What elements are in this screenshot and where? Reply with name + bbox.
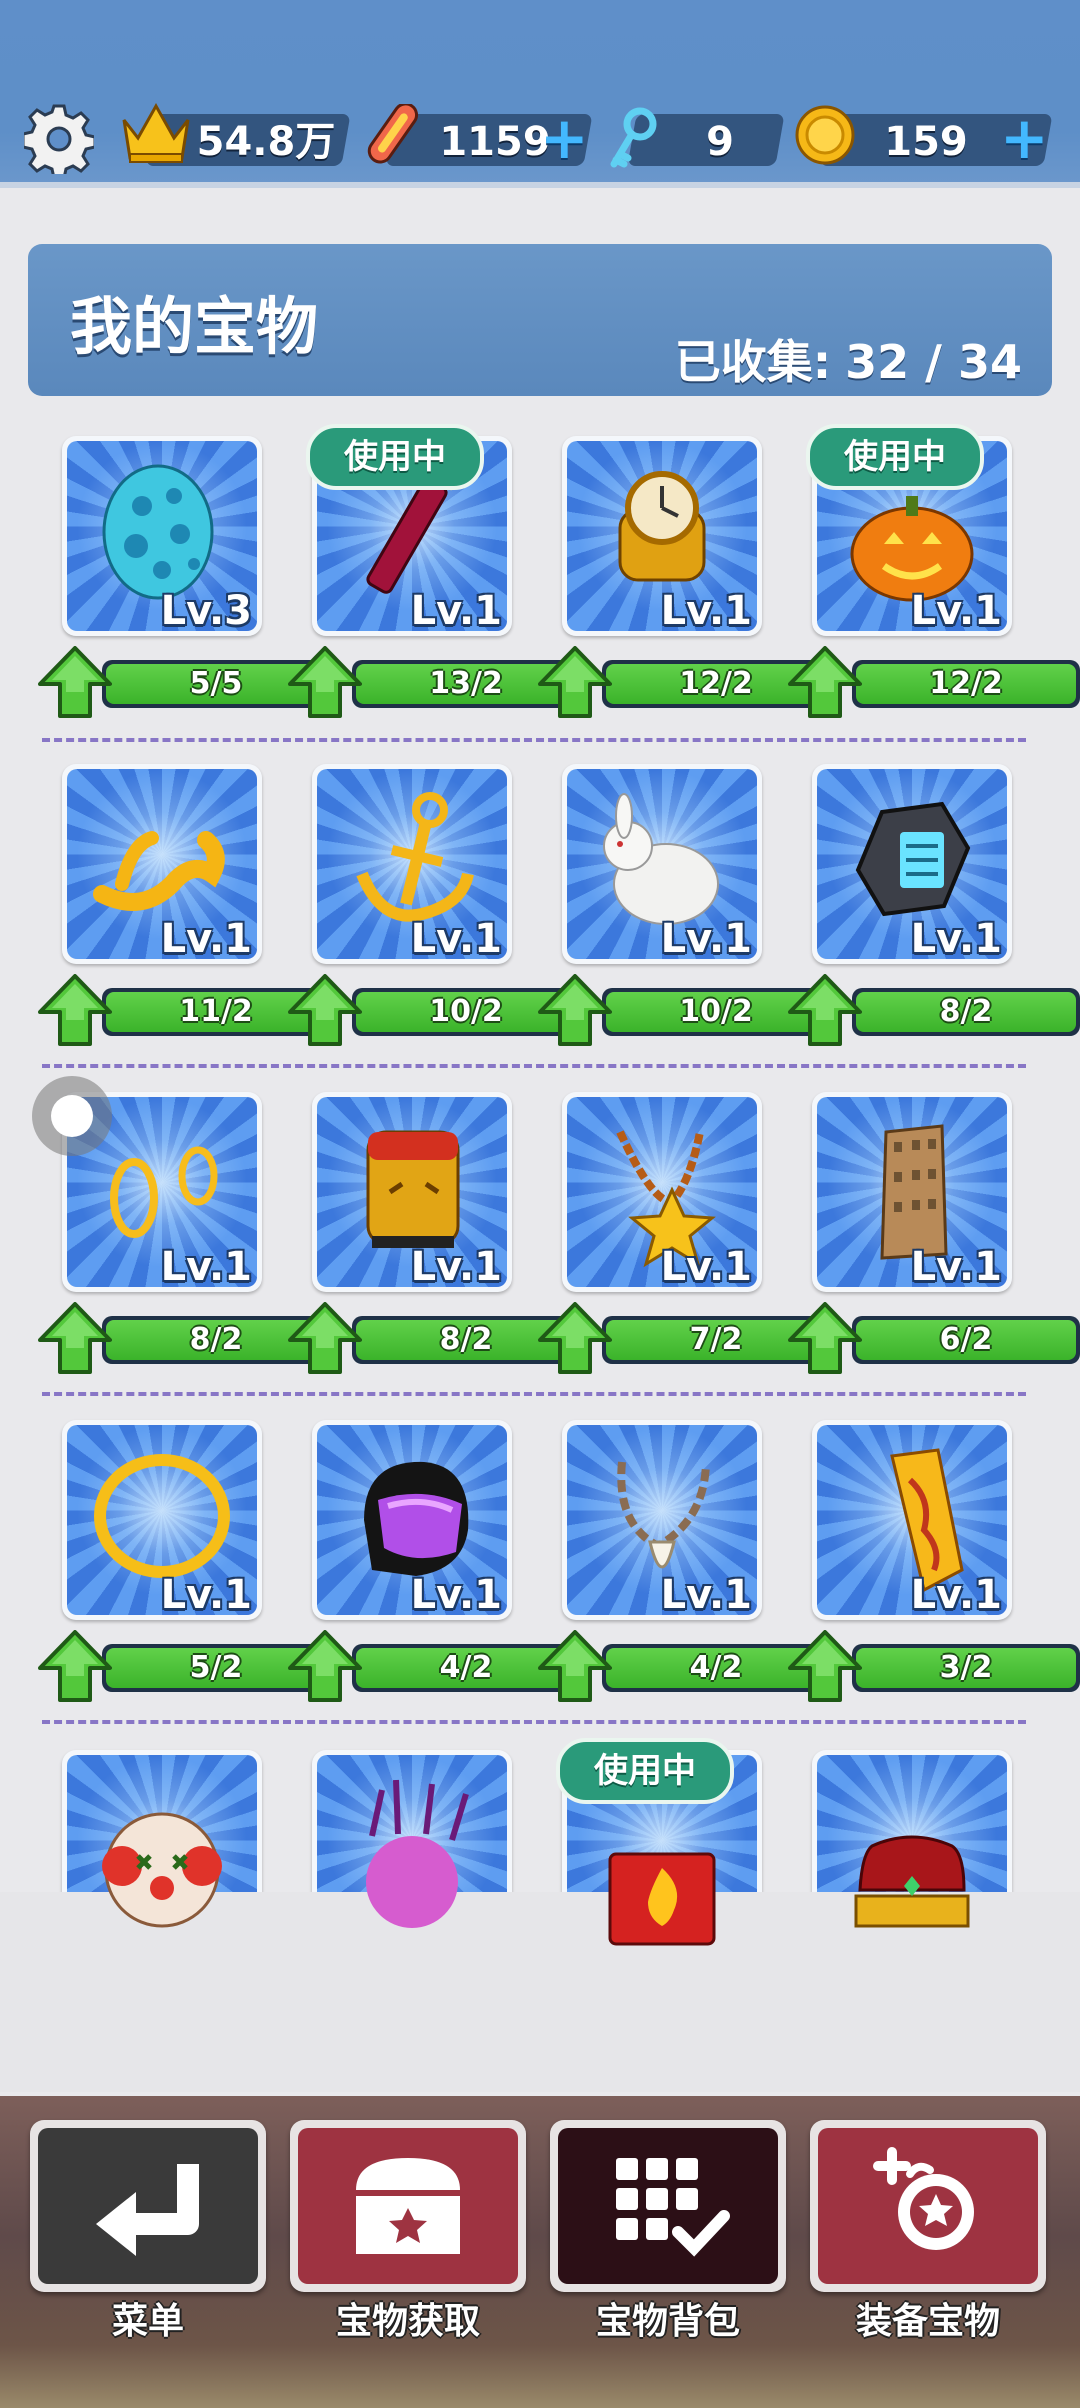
golden-crown-icon bbox=[854, 1835, 970, 1928]
treasure-level: Lv.1 bbox=[410, 916, 502, 962]
treasure-card[interactable]: Lv.1 bbox=[62, 764, 262, 964]
hoverboard-icon bbox=[367, 104, 419, 164]
treasure-card[interactable] bbox=[812, 1750, 1012, 1950]
upgrade-progress-text: 3/2 bbox=[939, 1650, 993, 1685]
upgrade-arrow-icon[interactable] bbox=[288, 1630, 362, 1702]
score-value: 54.8万 bbox=[196, 119, 336, 165]
upgrade-arrow-icon[interactable] bbox=[788, 646, 862, 718]
crown-icon bbox=[122, 102, 190, 163]
treasure-card[interactable]: Lv.1 bbox=[562, 1420, 762, 1620]
treasure-bag-button[interactable] bbox=[550, 2120, 786, 2292]
upgrade-arrow-icon[interactable] bbox=[538, 646, 612, 718]
treasure-card[interactable]: Lv.1 bbox=[562, 436, 762, 636]
grid-check-icon bbox=[616, 2158, 730, 2257]
upgrade-progress-text: 8/2 bbox=[939, 994, 993, 1029]
upgrade-arrow-icon[interactable] bbox=[288, 646, 362, 718]
upgrade-progress-bar: 3/2 bbox=[852, 1644, 1080, 1692]
treasure-level: Lv.1 bbox=[660, 1572, 752, 1618]
treasure-level: Lv.1 bbox=[160, 1572, 252, 1618]
upgrade-arrow-icon[interactable] bbox=[538, 1302, 612, 1374]
key-icon bbox=[610, 107, 657, 168]
add-coins-button[interactable]: + bbox=[1000, 109, 1049, 167]
in-use-badge: 使用中 bbox=[806, 424, 984, 490]
return-arrow-icon bbox=[96, 2164, 199, 2256]
treasure-chest-icon bbox=[356, 2158, 460, 2254]
upgrade-arrow-icon[interactable] bbox=[38, 1302, 112, 1374]
treasure-acquire-button[interactable] bbox=[290, 2120, 526, 2292]
treasure-bag-label: 宝物背包 bbox=[595, 2301, 740, 2342]
upgrade-arrow-icon[interactable] bbox=[788, 974, 862, 1046]
row-divider bbox=[42, 738, 1026, 742]
treasure-card[interactable]: Lv.1 bbox=[812, 1420, 1012, 1620]
treasure-card[interactable]: Lv.1 bbox=[312, 1420, 512, 1620]
treasure-level: Lv.1 bbox=[160, 916, 252, 962]
treasure-level: Lv.1 bbox=[910, 1244, 1002, 1290]
equip-treasure-label: 装备宝物 bbox=[855, 2301, 1000, 2342]
treasure-card[interactable]: Lv.1 bbox=[312, 764, 512, 964]
treasure-card[interactable]: Lv.1 bbox=[312, 1092, 512, 1292]
upgrade-arrow-icon[interactable] bbox=[538, 974, 612, 1046]
upgrade-arrow-icon[interactable] bbox=[288, 974, 362, 1046]
treasure-card[interactable] bbox=[312, 1750, 512, 1950]
page-title: 我的宝物 bbox=[70, 290, 319, 363]
treasure-card[interactable]: Lv.1 bbox=[62, 1420, 262, 1620]
collected-label: 已收集: bbox=[674, 335, 832, 389]
menu-button[interactable] bbox=[30, 2120, 266, 2292]
treasure-acquire-label: 宝物获取 bbox=[335, 2301, 480, 2342]
treasure-level: Lv.1 bbox=[660, 588, 752, 634]
treasure-level: Lv.1 bbox=[160, 1244, 252, 1290]
treasure-level: Lv.1 bbox=[910, 588, 1002, 634]
treasure-level: Lv.1 bbox=[410, 1572, 502, 1618]
upgrade-arrow-icon[interactable] bbox=[38, 1630, 112, 1702]
treasure-card[interactable]: Lv.1 bbox=[62, 1092, 262, 1292]
keys-value: 9 bbox=[706, 119, 734, 165]
upgrade-progress-text: 6/2 bbox=[939, 1322, 993, 1357]
in-use-badge: 使用中 bbox=[306, 424, 484, 490]
equip-treasure-button[interactable] bbox=[810, 2120, 1046, 2292]
upgrade-arrow-icon[interactable] bbox=[38, 646, 112, 718]
collected-value: 32 / 34 bbox=[845, 335, 1022, 389]
row-divider bbox=[42, 1720, 1026, 1724]
add-boards-button[interactable]: + bbox=[540, 109, 589, 167]
treasure-level: Lv.1 bbox=[660, 916, 752, 962]
treasure-card[interactable]: Lv.1 bbox=[812, 1092, 1012, 1292]
upgrade-progress-bar: 12/2 bbox=[852, 660, 1080, 708]
treasure-level: Lv.3 bbox=[160, 588, 252, 634]
equip-badge-icon bbox=[873, 2147, 974, 2250]
row-divider bbox=[42, 1392, 1026, 1396]
upgrade-arrow-icon[interactable] bbox=[788, 1630, 862, 1702]
treasure-level: Lv.1 bbox=[910, 1572, 1002, 1618]
treasure-card[interactable] bbox=[62, 1750, 262, 1950]
upgrade-arrow-icon[interactable] bbox=[538, 1630, 612, 1702]
upgrade-progress-text: 12/2 bbox=[929, 666, 1003, 701]
upgrade-arrow-icon[interactable] bbox=[788, 1302, 862, 1374]
upgrade-progress-bar: 8/2 bbox=[852, 988, 1080, 1036]
treasure-level: Lv.1 bbox=[660, 1244, 752, 1290]
coin-icon bbox=[795, 105, 855, 165]
in-use-badge: 使用中 bbox=[556, 1738, 734, 1804]
treasure-card[interactable]: Lv.1 bbox=[812, 764, 1012, 964]
collected-count: 已收集: 32 / 34 bbox=[675, 326, 1022, 392]
treasure-level: Lv.1 bbox=[410, 1244, 502, 1290]
treasure-card[interactable]: Lv.1 bbox=[562, 764, 762, 964]
top-bar: 54.8万 1159 + 9 159 + bbox=[0, 0, 1080, 188]
treasure-card[interactable]: Lv.3 bbox=[62, 436, 262, 636]
treasure-level: Lv.1 bbox=[410, 588, 502, 634]
upgrade-progress-bar: 6/2 bbox=[852, 1316, 1080, 1364]
treasure-card[interactable]: Lv.1 bbox=[562, 1092, 762, 1292]
purple-crystal-icon bbox=[366, 1779, 469, 1928]
upgrade-arrow-icon[interactable] bbox=[38, 974, 112, 1046]
settings-gear-icon[interactable] bbox=[24, 104, 94, 174]
row-divider bbox=[42, 1064, 1026, 1068]
treasure-header-panel: 我的宝物 已收集: 32 / 34 bbox=[28, 244, 1052, 396]
menu-label: 菜单 bbox=[111, 2301, 184, 2342]
upgrade-arrow-icon[interactable] bbox=[288, 1302, 362, 1374]
treasure-level: Lv.1 bbox=[910, 916, 1002, 962]
clown-face-icon bbox=[102, 1812, 222, 1928]
coins-value: 159 bbox=[884, 119, 968, 165]
